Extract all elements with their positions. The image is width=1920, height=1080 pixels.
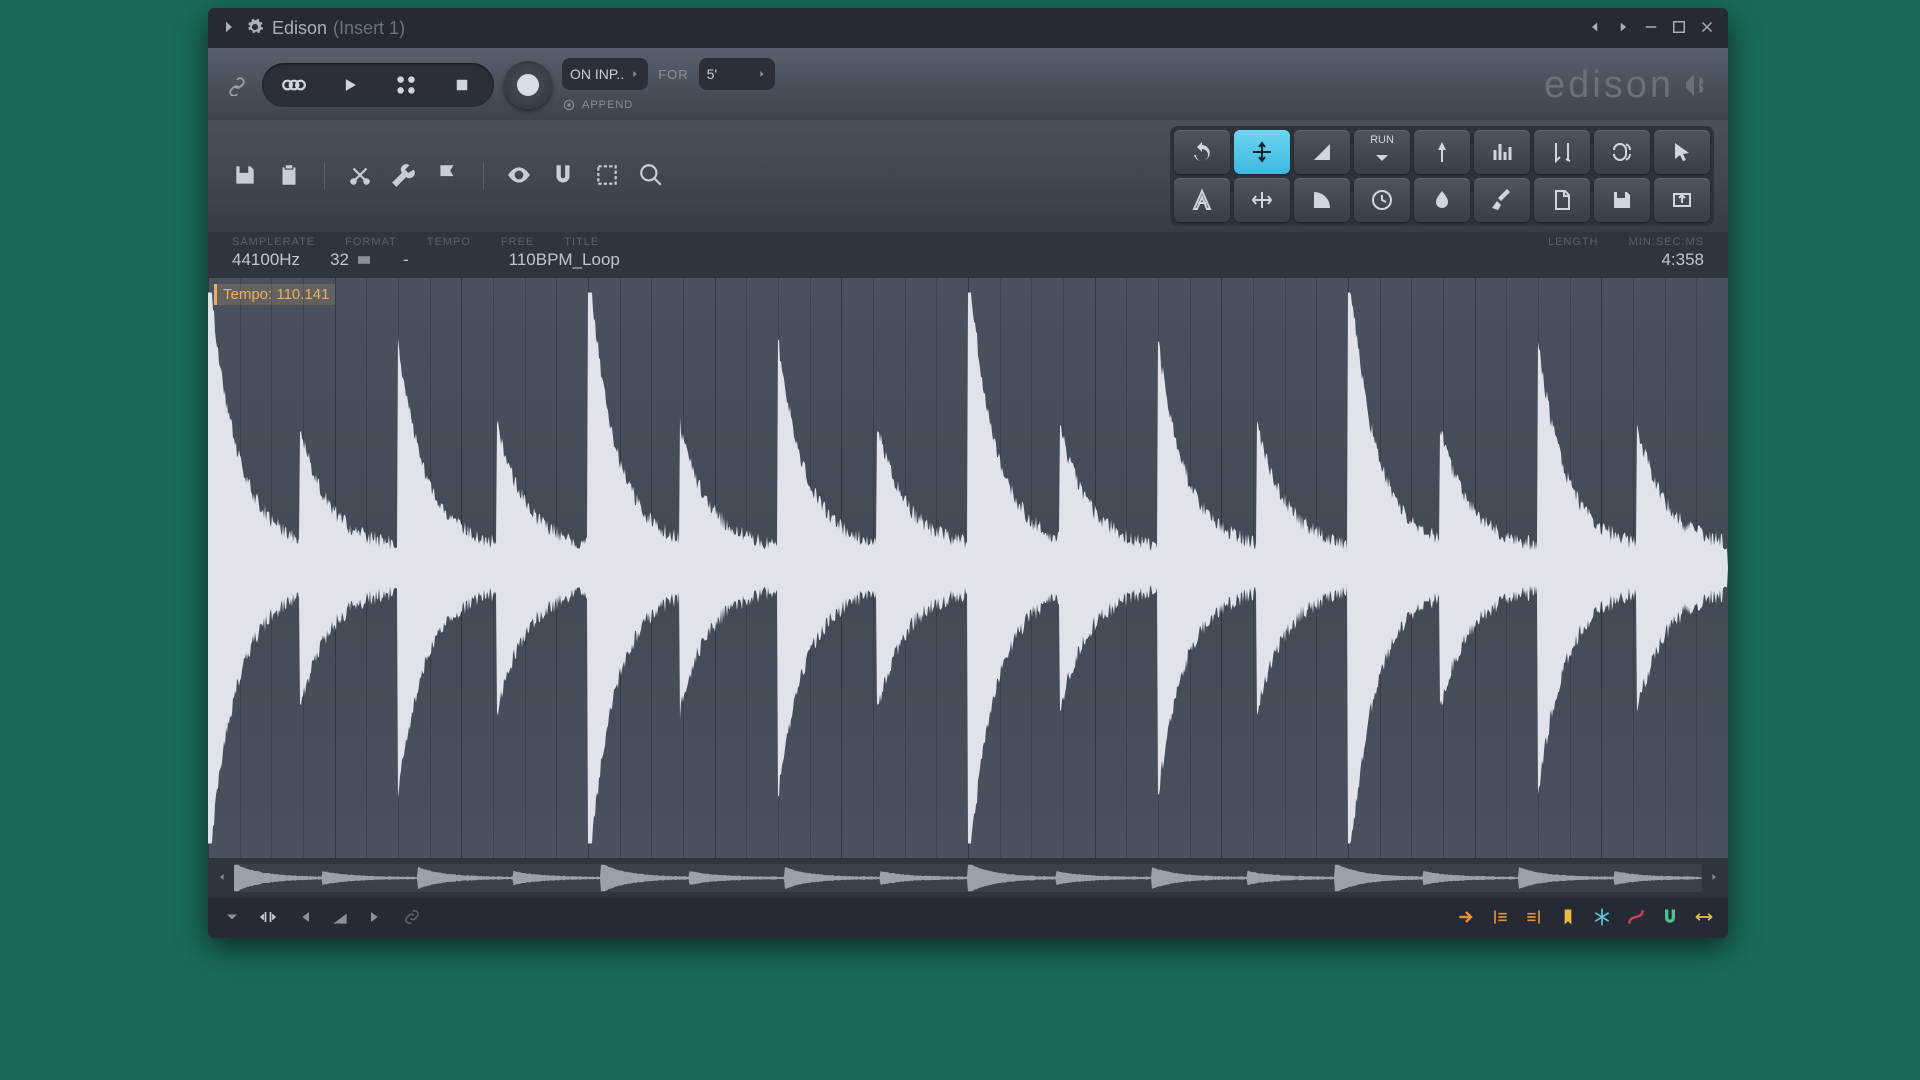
arrow-right-icon[interactable] (1456, 907, 1476, 930)
prev-preset-icon[interactable] (1586, 18, 1604, 39)
align-right-icon[interactable] (1524, 907, 1544, 930)
loop-tool-button[interactable] (1594, 130, 1650, 174)
snowflake-icon[interactable] (1592, 907, 1612, 930)
unlink-icon[interactable] (402, 907, 422, 930)
spectrum-button[interactable] (1414, 130, 1470, 174)
send-button[interactable] (1654, 178, 1710, 222)
link-icon[interactable] (222, 70, 252, 100)
window-title: Edison (272, 18, 327, 39)
tempo-value: - (403, 250, 409, 270)
waveform-svg (208, 278, 1728, 858)
info-bar: SAMPLERATE FORMAT TEMPO FREE TITLE 44100… (208, 232, 1728, 278)
eye-icon[interactable] (506, 162, 532, 191)
toolbar-top: ON INP.. FOR 5' APPEND edison (208, 48, 1728, 120)
overview-waveform[interactable] (234, 864, 1702, 892)
format-header: FORMAT (345, 236, 397, 248)
run-script-button[interactable]: RUN (1354, 130, 1410, 174)
append-label: APPEND (582, 99, 633, 111)
curve-icon[interactable] (1626, 907, 1646, 930)
wrench-icon[interactable] (391, 162, 417, 191)
duration-value: 5' (707, 66, 717, 82)
magnet-icon[interactable] (550, 162, 576, 191)
stop-button[interactable] (434, 67, 490, 103)
bottom-bar (208, 898, 1728, 938)
input-mode-label: ON INP.. (570, 66, 624, 82)
scroll-left-icon[interactable] (216, 871, 228, 886)
brush-button[interactable] (1474, 178, 1530, 222)
play-button[interactable] (322, 67, 378, 103)
samplerate-header: SAMPLERATE (232, 236, 315, 248)
title-header: TITLE (564, 236, 599, 248)
skip-fwd-icon[interactable] (366, 907, 386, 930)
undo-button[interactable] (1174, 130, 1230, 174)
free-header: FREE (501, 236, 534, 248)
toolbar-row2 (208, 120, 1170, 232)
envelope-button[interactable] (1294, 178, 1350, 222)
select-all-icon[interactable] (594, 162, 620, 191)
edison-window: Edison (Insert 1) ON INP.. FOR 5' APPEND… (208, 8, 1728, 938)
for-label: FOR (658, 67, 688, 82)
time-value: 4:358 (1661, 250, 1704, 270)
input-mode-dropdown[interactable]: ON INP.. (562, 58, 648, 90)
loop-button[interactable] (266, 67, 322, 103)
record-icon (517, 74, 539, 96)
record-mode-button[interactable] (378, 67, 434, 103)
save-icon[interactable] (232, 162, 258, 191)
flag-icon[interactable] (435, 162, 461, 191)
align-left-icon[interactable] (1490, 907, 1510, 930)
overview-bar[interactable] (208, 858, 1728, 898)
time-button[interactable] (1354, 178, 1410, 222)
samplerate-value: 44100Hz (232, 250, 300, 270)
marker-icon[interactable] (1558, 907, 1578, 930)
length-header: LENGTH (1548, 236, 1599, 248)
normalize-button[interactable] (1234, 130, 1290, 174)
duration-dropdown[interactable]: 5' (699, 58, 775, 90)
gear-icon[interactable] (246, 18, 264, 39)
menu-down-icon[interactable] (222, 907, 242, 930)
tempo-marker[interactable]: Tempo: 110.141 (214, 284, 335, 305)
titlebar[interactable]: Edison (Insert 1) (208, 8, 1728, 48)
record-button[interactable] (504, 61, 552, 109)
edison-logo: edison (1544, 58, 1714, 112)
next-preset-icon[interactable] (1614, 18, 1632, 39)
zoom-icon[interactable] (638, 162, 664, 191)
snap-magnet-icon[interactable] (1660, 907, 1680, 930)
transport-pill (262, 63, 494, 107)
time-header: MIN:SEC:MS (1629, 236, 1704, 248)
window-subtitle: (Insert 1) (333, 18, 405, 39)
format-value: 32 (330, 250, 373, 270)
stretch-handles-icon[interactable] (1694, 907, 1714, 930)
waveform-display[interactable]: Tempo: 110.141 (208, 278, 1728, 858)
close-icon[interactable] (1698, 18, 1716, 39)
append-toggle[interactable]: APPEND (562, 98, 775, 112)
script-button[interactable] (1534, 178, 1590, 222)
title-value: 110BPM_Loop (509, 250, 620, 270)
stretch-button[interactable] (1234, 178, 1290, 222)
fade-button[interactable] (1294, 130, 1350, 174)
tempo-header: TEMPO (427, 236, 471, 248)
maximize-icon[interactable] (1670, 18, 1688, 39)
free-value (439, 250, 479, 270)
disk-button[interactable] (1594, 178, 1650, 222)
expand-icon[interactable] (220, 18, 238, 39)
ramp-icon[interactable] (330, 907, 350, 930)
trim-button[interactable] (1534, 130, 1590, 174)
minimize-icon[interactable] (1642, 18, 1660, 39)
paste-icon[interactable] (276, 162, 302, 191)
tool-grid: RUN (1170, 126, 1714, 226)
eq-button[interactable] (1474, 130, 1530, 174)
skip-back-icon[interactable] (294, 907, 314, 930)
measure-button[interactable] (1174, 178, 1230, 222)
cut-icon[interactable] (347, 162, 373, 191)
selection-button[interactable] (1654, 130, 1710, 174)
blur-button[interactable] (1414, 178, 1470, 222)
slip-icon[interactable] (258, 907, 278, 930)
scroll-right-icon[interactable] (1708, 871, 1720, 886)
